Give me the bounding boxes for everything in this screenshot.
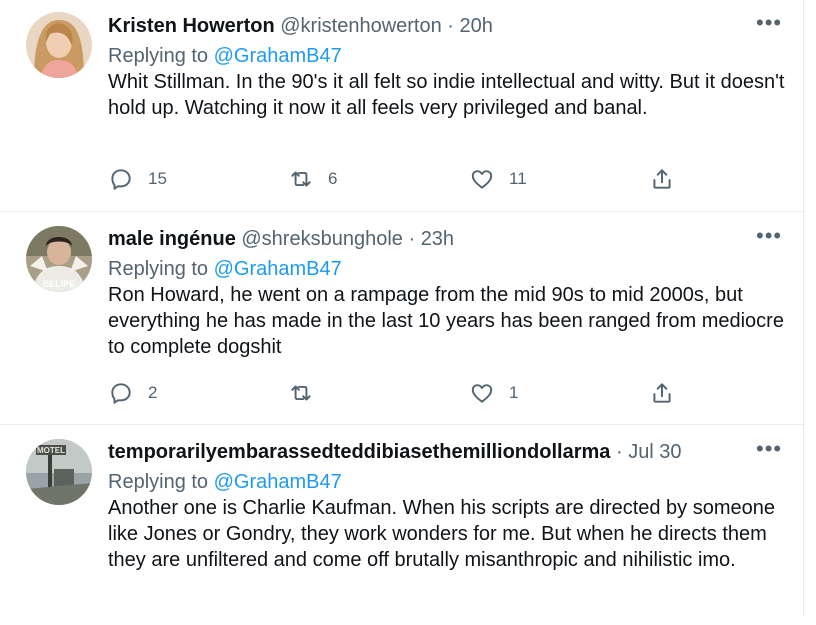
timestamp[interactable]: Jul 30 bbox=[628, 441, 681, 463]
author-handle[interactable]: @kristenhowerton bbox=[280, 15, 441, 37]
tweet-header: temporarilyembarassedteddibiasethemillio… bbox=[108, 439, 738, 465]
mention-link[interactable]: @GrahamB47 bbox=[214, 471, 342, 493]
author-handle[interactable]: @shreksbunghole bbox=[241, 228, 403, 250]
tweet-text: Another one is Charlie Kaufman. When his… bbox=[108, 497, 776, 571]
replying-to-label: Replying to bbox=[108, 471, 214, 493]
like-button[interactable]: 11 bbox=[469, 165, 527, 193]
tweet-actions: 2 1 bbox=[108, 379, 688, 407]
mention-link[interactable]: @GrahamB47 bbox=[214, 258, 342, 280]
avatar-motel-sign-icon: MOTEL bbox=[26, 439, 92, 505]
more-options-icon[interactable]: ••• bbox=[756, 438, 782, 465]
more-options-icon[interactable]: ••• bbox=[756, 12, 782, 39]
replying-to-label: Replying to bbox=[108, 45, 214, 67]
tweet[interactable]: Kristen Howerton @kristenhowerton · 20h … bbox=[0, 0, 804, 212]
like-count: 11 bbox=[509, 169, 527, 188]
tweet[interactable]: MOTEL temporarilyembarassedteddibiasethe… bbox=[0, 425, 804, 625]
avatar-caption: MOTEL bbox=[37, 446, 65, 455]
reply-icon bbox=[111, 169, 131, 190]
author-name[interactable]: Kristen Howerton bbox=[108, 15, 275, 37]
separator-dot: · bbox=[447, 15, 454, 37]
retweet-icon bbox=[291, 385, 311, 401]
like-count: 1 bbox=[509, 383, 519, 402]
tweet-feed: Kristen Howerton @kristenhowerton · 20h … bbox=[0, 0, 804, 616]
share-icon bbox=[653, 383, 671, 403]
replying-to-label: Replying to bbox=[108, 258, 214, 280]
timestamp[interactable]: 23h bbox=[421, 228, 454, 250]
like-icon bbox=[471, 384, 493, 403]
tweet-actions: 15 6 11 bbox=[108, 165, 688, 193]
tweet[interactable]: BELIPE male ingénue @shreksbunghole · 23… bbox=[0, 212, 804, 425]
share-button[interactable] bbox=[649, 379, 675, 407]
tweet-text: Ron Howard, he went on a rampage from th… bbox=[108, 284, 784, 358]
separator-dot: · bbox=[408, 228, 416, 250]
avatar[interactable] bbox=[26, 12, 92, 78]
avatar[interactable]: MOTEL bbox=[26, 439, 92, 505]
retweet-button[interactable] bbox=[288, 379, 328, 407]
retweet-count: 6 bbox=[328, 169, 338, 188]
retweet-button[interactable]: 6 bbox=[288, 165, 337, 193]
reply-icon bbox=[111, 383, 131, 404]
author-name[interactable]: temporarilyembarassedteddibiasethemillio… bbox=[108, 441, 610, 463]
avatar-kristen-icon bbox=[26, 12, 92, 78]
tweet-header: male ingénue @shreksbunghole · 23h bbox=[108, 226, 738, 252]
separator-dot: · bbox=[615, 441, 623, 463]
replying-to: Replying to @GrahamB47 bbox=[108, 469, 342, 495]
retweet-icon bbox=[291, 171, 311, 187]
reply-button[interactable]: 2 bbox=[108, 379, 157, 407]
avatar-caption: BELIPE bbox=[43, 279, 76, 289]
share-button[interactable] bbox=[649, 165, 675, 193]
reply-count: 15 bbox=[148, 169, 167, 188]
tweet-header: Kristen Howerton @kristenhowerton · 20h bbox=[108, 13, 738, 39]
replying-to: Replying to @GrahamB47 bbox=[108, 43, 342, 69]
replying-to: Replying to @GrahamB47 bbox=[108, 256, 342, 282]
like-button[interactable]: 1 bbox=[469, 379, 518, 407]
avatar[interactable]: BELIPE bbox=[26, 226, 92, 292]
author-name[interactable]: male ingénue bbox=[108, 228, 236, 250]
timestamp[interactable]: 20h bbox=[460, 15, 493, 37]
share-icon bbox=[653, 169, 671, 189]
tweet-text: Whit Stillman. In the 90's it all felt s… bbox=[108, 71, 785, 119]
avatar-male-ingenue-icon: BELIPE bbox=[26, 226, 92, 292]
more-options-icon[interactable]: ••• bbox=[756, 225, 782, 252]
like-icon bbox=[471, 170, 493, 189]
reply-button[interactable]: 15 bbox=[108, 165, 167, 193]
reply-count: 2 bbox=[148, 383, 158, 402]
mention-link[interactable]: @GrahamB47 bbox=[214, 45, 342, 67]
